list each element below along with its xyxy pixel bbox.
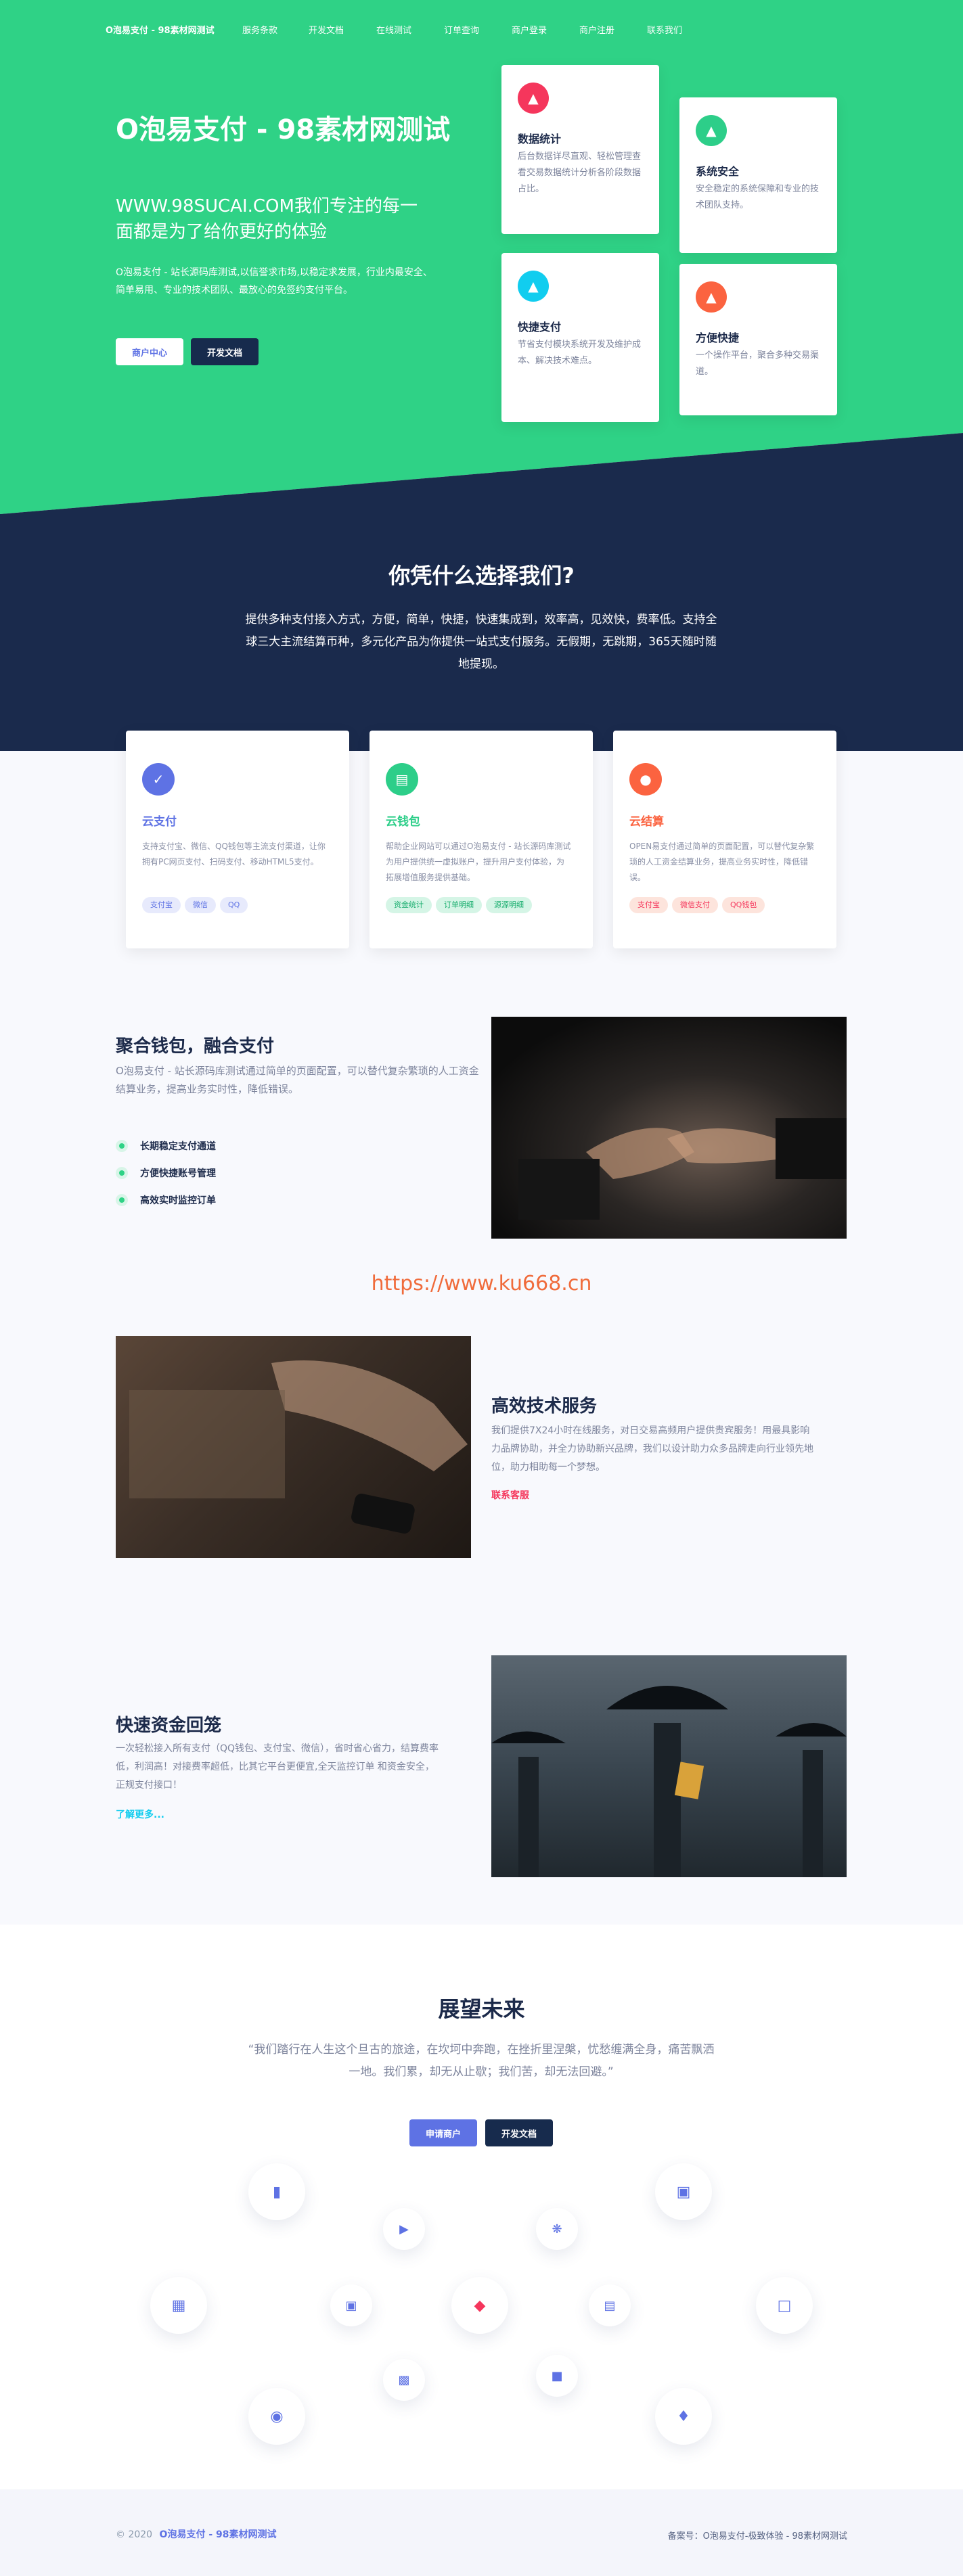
card-tags: 资金统计 订单明细 源源明细 xyxy=(386,897,536,913)
card-desc: OPEN易支付通过简单的页面配置，可以替代复杂繁琐的人工资金结算业务，提高业务实… xyxy=(629,842,815,882)
merchant-center-button[interactable]: 商户中心 xyxy=(116,338,183,365)
service-card-settlement: ● 云结算 OPEN易支付通过简单的页面配置，可以替代复杂繁琐的人工资金结算业务… xyxy=(613,731,836,948)
thumb-up-icon: ▲ xyxy=(518,83,549,114)
tag: 支付宝 xyxy=(142,897,181,913)
settlement-icon: ● xyxy=(629,763,662,796)
hero-description: O泡易支付 - 站长源码库测试,以信誉求市场,以稳定求发展，行业内最安全、简单易… xyxy=(116,267,432,296)
tech-description: 我们提供7X24小时在线服务，对日交易高频用户提供贵宾服务！用最具影响力品牌协助… xyxy=(491,1425,813,1473)
why-description: 提供多种支付接入方式，方便，简单，快捷，快速集成到，效率高，见效快，费率低。支持… xyxy=(245,613,717,671)
brand-logo[interactable]: O泡易支付 - 98素材网测试 xyxy=(106,23,215,36)
watermark-link[interactable]: https://www.ku668.cn xyxy=(0,1272,963,1295)
nav-merchant-register[interactable]: 商户注册 xyxy=(579,23,614,36)
bullet-icon xyxy=(116,1194,128,1206)
feature-title: 方便快捷 xyxy=(696,331,740,344)
feature-card-quickpay: ▲ 快捷支付 节省支付模块系统开发及维护成本、解决技术难点。 xyxy=(501,253,659,422)
card-title: 云钱包 xyxy=(386,815,420,829)
service-card-cloudpay: ✓ 云支付 支持支付宝、微信、QQ钱包等主流支付渠道，让你拥有PC网页支付、扫码… xyxy=(126,731,349,948)
copyright: © 2020 O泡易支付 - 98素材网测试 xyxy=(116,2529,277,2540)
tag: 资金统计 xyxy=(386,897,432,913)
tag: 源源明细 xyxy=(486,897,532,913)
calendar-icon: ▦ xyxy=(150,2277,207,2334)
thumb-up-icon: ▲ xyxy=(696,115,727,146)
tablet-hands-image xyxy=(116,1336,471,1558)
funds-title: 快速资金回笼 xyxy=(116,1716,222,1736)
wallet-icon: ▤ xyxy=(386,763,418,796)
nav-online-test[interactable]: 在线测试 xyxy=(376,23,411,36)
card-desc: 帮助企业网站可以通过O泡易支付 - 站长源码库测试为用户提供统一虚拟账户，提升用… xyxy=(386,842,571,882)
learn-more-link[interactable]: 了解更多... xyxy=(116,1808,164,1821)
diamond-icon: ◆ xyxy=(451,2277,508,2334)
feature-card-stats: ▲ 数据统计 后台数据详尽直观、轻松管理查看交易数据统计分析各阶段数据占比。 xyxy=(501,65,659,234)
card-title: 云结算 xyxy=(629,815,664,829)
wallet-title: 聚合钱包，融合支付 xyxy=(116,1036,275,1057)
funds-description: 一次轻松接入所有支付（QQ钱包、支付宝、微信），省时省心省力，结算费率低，利润高… xyxy=(116,1743,439,1791)
tag: 订单明细 xyxy=(436,897,482,913)
nav-dev-docs[interactable]: 开发文档 xyxy=(309,23,344,36)
apply-merchant-button[interactable]: 申请商户 xyxy=(409,2119,477,2146)
feature-desc: 一个操作平台，聚合多种交易渠道。 xyxy=(696,350,820,377)
hero-title: O泡易支付 - 98素材网测试 xyxy=(116,114,451,145)
check-icon: ✓ xyxy=(142,763,175,796)
card-desc: 支持支付宝、微信、QQ钱包等主流支付渠道，让你拥有PC网页支付、扫码支付、移动H… xyxy=(142,842,326,867)
hero-section xyxy=(0,0,963,514)
wallet-feature-item: 方便快捷账号管理 xyxy=(116,1166,216,1180)
credit-card-icon: ▣ xyxy=(655,2163,712,2220)
card-tags: 支付宝 微信支付 QQ钱包 xyxy=(629,897,769,913)
hero-subtitle: WWW.98SUCAI.COM我们专注的每一面都是为了给你更好的体验 xyxy=(116,196,418,242)
future-docs-button[interactable]: 开发文档 xyxy=(485,2119,553,2146)
contact-support-link[interactable]: 联系客服 xyxy=(491,1488,529,1502)
feature-card-convenient: ▲ 方便快捷 一个操作平台，聚合多种交易渠道。 xyxy=(679,264,837,415)
wallet-feature-item: 长期稳定支付通道 xyxy=(116,1139,216,1153)
card-title: 云支付 xyxy=(142,815,177,829)
feature-desc: 后台数据详尽直观、轻松管理查看交易数据统计分析各阶段数据占比。 xyxy=(518,152,642,194)
atom-icon: ❋ xyxy=(536,2208,578,2250)
wallet-feature-item: 高效实时监控订单 xyxy=(116,1193,216,1207)
play-icon: ▶ xyxy=(383,2208,425,2250)
briefcase-icon: ▣ xyxy=(330,2284,372,2326)
thumb-up-icon: ▲ xyxy=(696,281,727,313)
feature-card-security: ▲ 系统安全 安全稳定的系统保障和专业的技术团队支持。 xyxy=(679,97,837,253)
feature-title: 快捷支付 xyxy=(518,321,562,334)
future-title: 展望未来 xyxy=(438,1996,525,2022)
nav-contact[interactable]: 联系我们 xyxy=(647,23,682,36)
tag: 支付宝 xyxy=(629,897,668,913)
nav-order-query[interactable]: 订单查询 xyxy=(444,23,479,36)
handshake-image xyxy=(491,1017,847,1239)
feature-title: 数据统计 xyxy=(518,133,562,145)
bullet-icon xyxy=(116,1167,128,1179)
why-title: 你凭什么选择我们? xyxy=(388,563,575,589)
top-nav: O泡易支付 - 98素材网测试 服务条款 开发文档 在线测试 订单查询 商户登录… xyxy=(0,20,963,38)
dev-docs-button[interactable]: 开发文档 xyxy=(191,338,259,365)
feature-desc: 安全稳定的系统保障和专业的技术团队支持。 xyxy=(696,184,820,210)
cart-icon: □ xyxy=(756,2277,813,2334)
umbrella-businessmen-image xyxy=(491,1655,847,1877)
tag: QQ钱包 xyxy=(722,897,765,913)
bell-icon: ♦ xyxy=(655,2388,712,2445)
tag: QQ xyxy=(220,897,248,913)
image-icon: ▤ xyxy=(589,2284,631,2326)
building-icon: ▩ xyxy=(383,2359,425,2401)
tag: 微信 xyxy=(185,897,216,913)
nav-merchant-login[interactable]: 商户登录 xyxy=(512,23,547,36)
camera-icon: ◉ xyxy=(248,2388,305,2445)
card-tags: 支付宝 微信 QQ xyxy=(142,897,252,913)
bullet-icon xyxy=(116,1140,128,1152)
wallet-description: O泡易支付 - 站长源码库测试通过简单的页面配置，可以替代复杂繁琐的人工资金结算… xyxy=(116,1065,479,1095)
service-card-wallet: ▤ 云钱包 帮助企业网站可以通过O泡易支付 - 站长源码库测试为用户提供统一虚拟… xyxy=(369,731,593,948)
copyright-link[interactable]: O泡易支付 - 98素材网测试 xyxy=(160,2529,277,2540)
tech-title: 高效技术服务 xyxy=(491,1396,598,1417)
thumb-up-icon: ▲ xyxy=(518,271,549,302)
cube-icon: ■ xyxy=(536,2355,578,2397)
nav-terms[interactable]: 服务条款 xyxy=(242,23,277,36)
tag: 微信支付 xyxy=(672,897,718,913)
future-quote: “我们踏行在人生这个旦古的旅途，在坎坷中奔跑，在挫折里涅槃，忧愁缠满全身，痛苦飘… xyxy=(248,2043,715,2079)
chart-bar-icon: ▮ xyxy=(248,2163,305,2220)
icp-record[interactable]: 备案号：O泡易支付-极致体验 - 98素材网测试 xyxy=(644,2529,847,2542)
feature-desc: 节省支付模块系统开发及维护成本、解决技术难点。 xyxy=(518,340,642,366)
feature-title: 系统安全 xyxy=(696,165,740,178)
